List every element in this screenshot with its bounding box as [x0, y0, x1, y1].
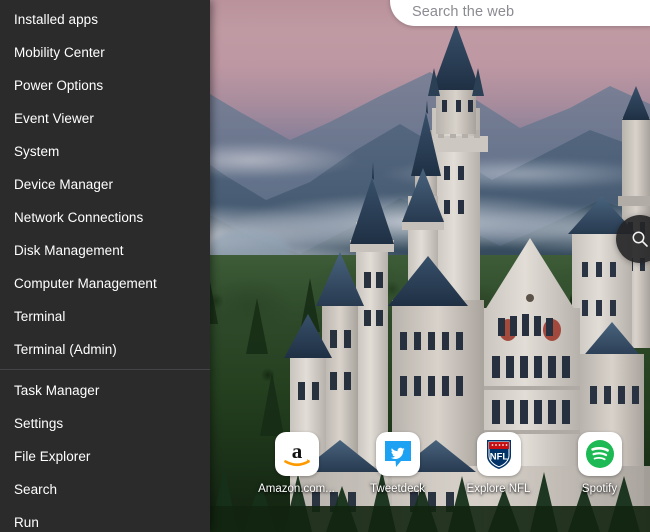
menu-item-device-manager[interactable]: Device Manager — [0, 168, 210, 201]
desktop-screen: Search the web a Amazon.com... — [0, 0, 650, 532]
menu-item-terminal-admin[interactable]: Terminal (Admin) — [0, 333, 210, 366]
twitter-icon — [381, 437, 415, 471]
menu-item-label: Search — [14, 482, 57, 497]
desktop-icon-spotify[interactable]: Spotify — [549, 432, 650, 495]
menu-item-terminal[interactable]: Terminal — [0, 300, 210, 333]
menu-item-label: Run — [14, 515, 39, 530]
nfl-tile: NFL — [477, 432, 521, 476]
menu-item-label: Disk Management — [14, 243, 124, 258]
nfl-icon: NFL — [484, 437, 514, 471]
menu-item-system[interactable]: System — [0, 135, 210, 168]
search-placeholder: Search the web — [412, 3, 514, 21]
menu-item-label: Network Connections — [14, 210, 143, 225]
menu-item-settings[interactable]: Settings — [0, 407, 210, 440]
desktop-icon-label: Amazon.com... — [258, 483, 335, 495]
menu-item-search[interactable]: Search — [0, 473, 210, 506]
amazon-icon: a — [280, 437, 314, 471]
menu-separator — [0, 369, 210, 370]
menu-item-label: Mobility Center — [14, 45, 105, 60]
menu-item-label: Device Manager — [14, 177, 113, 192]
menu-item-task-manager[interactable]: Task Manager — [0, 374, 210, 407]
search-icon — [630, 229, 650, 249]
menu-item-label: File Explorer — [14, 449, 90, 464]
menu-item-label: Settings — [14, 416, 63, 431]
menu-item-label: Terminal — [14, 309, 65, 324]
spotify-tile — [578, 432, 622, 476]
menu-item-label: Power Options — [14, 78, 103, 93]
menu-item-label: Task Manager — [14, 383, 99, 398]
menu-item-installed-apps[interactable]: Installed apps — [0, 3, 210, 36]
amazon-tile: a — [275, 432, 319, 476]
menu-item-event-viewer[interactable]: Event Viewer — [0, 102, 210, 135]
menu-item-label: Terminal (Admin) — [14, 342, 117, 357]
menu-item-file-explorer[interactable]: File Explorer — [0, 440, 210, 473]
desktop-icon-row: a Amazon.com... Tweetdeck — [246, 432, 650, 504]
svg-text:NFL: NFL — [489, 452, 508, 463]
menu-item-label: Installed apps — [14, 12, 98, 27]
menu-item-run[interactable]: Run — [0, 506, 210, 532]
menu-item-network-connections[interactable]: Network Connections — [0, 201, 210, 234]
desktop-icon-amazon[interactable]: a Amazon.com... — [246, 432, 347, 495]
desktop-icon-label: Spotify — [582, 483, 617, 495]
desktop-icon-tweetdeck[interactable]: Tweetdeck — [347, 432, 448, 495]
menu-item-mobility-center[interactable]: Mobility Center — [0, 36, 210, 69]
menu-item-disk-management[interactable]: Disk Management — [0, 234, 210, 267]
tweetdeck-tile — [376, 432, 420, 476]
menu-item-computer-management[interactable]: Computer Management — [0, 267, 210, 300]
desktop-icon-label: Tweetdeck — [370, 483, 425, 495]
svg-text:a: a — [291, 439, 302, 463]
desktop-icon-nfl[interactable]: NFL Explore NFL — [448, 432, 549, 495]
menu-item-label: Computer Management — [14, 276, 157, 291]
desktop-icon-label: Explore NFL — [467, 483, 531, 495]
spotify-icon — [584, 438, 616, 470]
menu-item-power-options[interactable]: Power Options — [0, 69, 210, 102]
winx-power-user-menu[interactable]: Installed apps Mobility Center Power Opt… — [0, 0, 210, 532]
menu-item-label: System — [14, 144, 59, 159]
web-search-bar[interactable]: Search the web — [390, 0, 650, 26]
menu-item-label: Event Viewer — [14, 111, 94, 126]
